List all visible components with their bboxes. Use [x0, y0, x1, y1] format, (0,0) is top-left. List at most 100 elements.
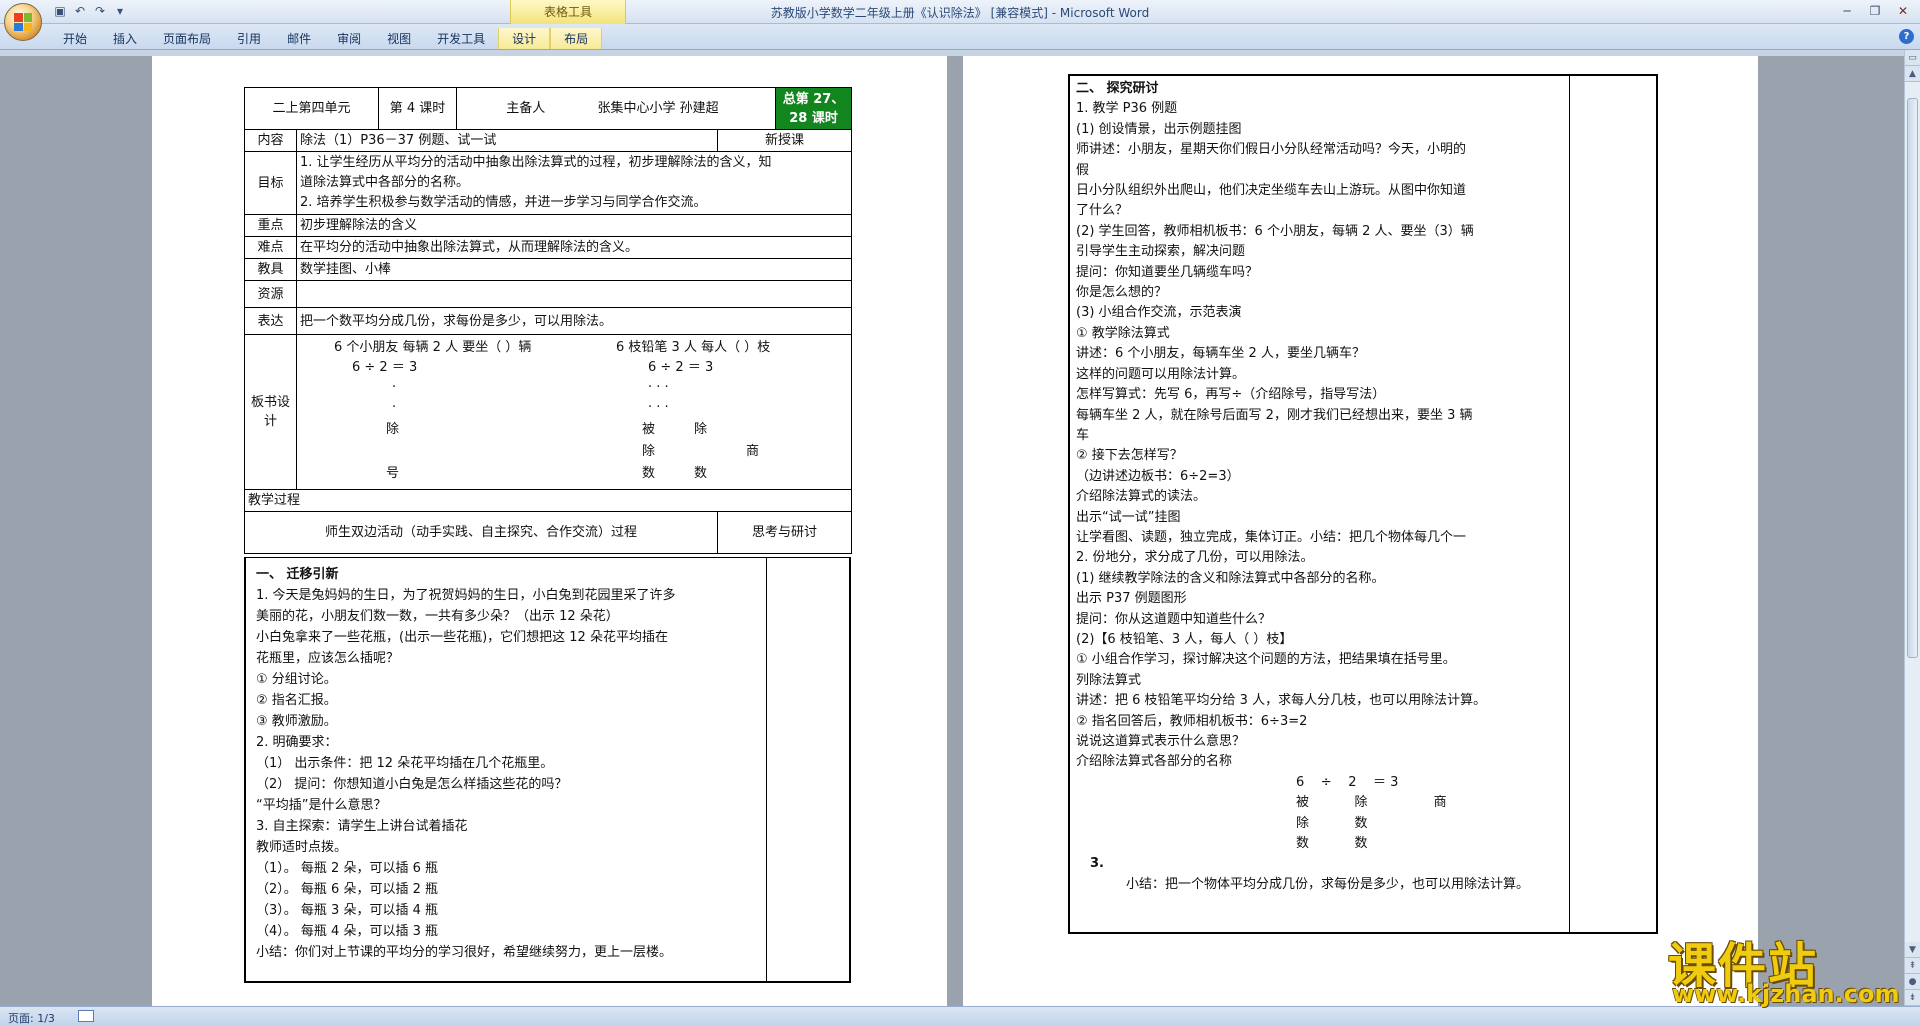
difficulty-cell[interactable]: 在平均分的活动中抽象出除法算式，从而理解除法的含义。 — [295, 236, 853, 259]
tab-mailings[interactable]: 邮件 — [274, 28, 324, 49]
equation-names-3: 数 数 — [1296, 836, 1368, 852]
process-line: 列除法算式 — [1076, 672, 1142, 688]
board-right-dots-1: · · · — [648, 380, 669, 395]
process-side-cell-2[interactable] — [1571, 76, 1656, 932]
process-side-cell[interactable] — [768, 558, 849, 981]
process-line: 提问：你从这道题中知道些什么？ — [1076, 611, 1272, 627]
process-line: 2. 份地分，求分成了几份，可以用除法。 — [1076, 550, 1314, 566]
board-left-name-1: 除 — [386, 422, 400, 437]
board-right-title: 6 枝铅笔 3 人 每人（ ）枝 — [616, 340, 771, 355]
process-line: （4）。 每瓶 4 朵，可以插 3 瓶 — [256, 924, 438, 939]
next-page-icon[interactable]: ⇟ — [1905, 990, 1920, 1006]
board-right-name-6: 商 — [746, 444, 760, 459]
document-page-2[interactable]: 二、 探究研讨 1. 教学 P36 例题 (1) 创设情景，出示例题挂图 师讲述：… — [963, 56, 1758, 1006]
process-line: 介绍除法算式的读法。 — [1076, 489, 1207, 505]
scroll-thumb[interactable] — [1907, 98, 1918, 658]
process-line: ② 指名回答后，教师相机板书：6÷3=2 — [1076, 713, 1308, 729]
tab-developer[interactable]: 开发工具 — [424, 28, 498, 49]
content-label[interactable]: 内容 — [244, 129, 297, 152]
content-cell[interactable]: 除法（1）P36－37 例题、试一试 — [295, 129, 719, 152]
unit-cell[interactable]: 二上第四单元 — [243, 87, 380, 130]
process-line: （边讲述边板书：6÷2=3） — [1076, 468, 1240, 484]
process-line: 出示“试一试”挂图 — [1076, 509, 1181, 525]
ribbon-tabs: 开始 插入 页面布局 引用 邮件 审阅 视图 开发工具 设计 布局 — [50, 28, 603, 49]
process-col-side[interactable]: 思考与研讨 — [717, 511, 853, 554]
document-page-1[interactable]: 二上第四单元 第 4 课时 主备人 张集中心小学 孙建超 总第 27、28 课时… — [152, 56, 947, 1006]
process-line: 2. 明确要求： — [256, 735, 338, 750]
document-workspace: 二上第四单元 第 4 课时 主备人 张集中心小学 孙建超 总第 27、28 课时… — [0, 50, 1904, 1006]
watermark-url: www.kjzhan.com — [1672, 980, 1900, 1008]
help-icon[interactable]: ? — [1899, 29, 1914, 44]
goals-cell[interactable]: 1. 让学生经历从平均分的活动中抽象出除法算式的过程，初步理解除法的含义，知 道… — [295, 151, 853, 215]
process-line: 小结：你们对上节课的平均分的学习很好，希望继续努力，更上一层楼。 — [256, 945, 673, 960]
tab-page-layout[interactable]: 页面布局 — [150, 28, 224, 49]
key-point-cell[interactable]: 初步理解除法的含义 — [295, 214, 853, 237]
key-point-label[interactable]: 重点 — [244, 214, 297, 237]
vertical-scrollbar[interactable]: ▭ ▲ ▼ ⇞ ● ⇟ — [1904, 50, 1920, 1006]
tab-view[interactable]: 视图 — [374, 28, 424, 49]
lesson-plan-table: 二上第四单元 第 4 课时 主备人 张集中心小学 孙建超 总第 27、28 课时… — [243, 87, 853, 554]
tab-references[interactable]: 引用 — [224, 28, 274, 49]
restore-icon[interactable]: ❐ — [1862, 2, 1888, 20]
preparer-cell[interactable]: 张集中心小学 孙建超 — [594, 87, 777, 130]
process-line: 1. 今天是兔妈妈的生日，为了祝贺妈妈的生日，小白兔到花园里采了许多 — [256, 588, 676, 603]
process-line: 小白兔拿来了一些花瓶，(出示一些花瓶)，它们想把这 12 朵花平均插在 — [256, 630, 668, 645]
process-line: 日小分队组织外出爬山，他们决定坐缆车去山上游玩。从图中你知道 — [1076, 183, 1467, 199]
process-line: 怎样写算式：先写 6，再写÷（介绍除号，指导写法） — [1076, 387, 1386, 403]
board-left-dot-1: · — [392, 380, 397, 395]
board-design-cell[interactable]: 6 个小朋友 每辆 2 人 要坐（ ）辆 6 ÷ 2 ＝ 3 · · 除 号 6… — [295, 334, 853, 490]
tab-layout[interactable]: 布局 — [550, 28, 603, 49]
preparer-label[interactable]: 主备人 — [456, 87, 595, 130]
process-line: ① 教学除法算式 — [1076, 325, 1170, 341]
close-icon[interactable]: ✕ — [1890, 2, 1916, 20]
expression-label[interactable]: 表达 — [244, 307, 297, 335]
lesson-cell[interactable]: 第 4 课时 — [378, 87, 458, 130]
office-button[interactable] — [4, 3, 42, 41]
total-lesson-cell[interactable]: 总第 27、28 课时 — [775, 87, 853, 130]
process-line: ② 指名汇报。 — [256, 693, 337, 708]
tab-review[interactable]: 审阅 — [324, 28, 374, 49]
step-3-label: 3. — [1090, 856, 1104, 872]
previous-page-icon[interactable]: ⇞ — [1905, 958, 1920, 974]
process-line: “平均插”是什么意思？ — [256, 798, 387, 813]
board-left-name-2: 号 — [386, 466, 400, 481]
process-continuation-table: 二、 探究研讨 1. 教学 P36 例题 (1) 创设情景，出示例题挂图 师讲述：… — [1068, 74, 1658, 934]
board-right-dots-2: · · · — [648, 400, 669, 415]
process-label[interactable]: 教学过程 — [243, 489, 853, 512]
tab-home[interactable]: 开始 — [50, 28, 100, 49]
browse-object-icon[interactable]: ● — [1905, 974, 1920, 990]
resources-label[interactable]: 资源 — [244, 280, 297, 308]
process-line: （2） 提问：你想知道小白兔是怎么样插这些花的吗？ — [256, 777, 568, 792]
board-right-name-5: 数 — [694, 466, 708, 481]
process-line: 这样的问题可以用除法计算。 — [1076, 366, 1246, 382]
expression-cell[interactable]: 把一个数平均分成几份，求每份是多少，可以用除法。 — [295, 307, 853, 335]
ribbon: 开始 插入 页面布局 引用 邮件 审阅 视图 开发工具 设计 布局 ? — [0, 24, 1920, 50]
resources-cell[interactable] — [295, 280, 853, 308]
tab-design[interactable]: 设计 — [498, 28, 551, 49]
summary-line: 小结：把一个物体平均分成几份，求每份是多少，也可以用除法计算。 — [1126, 876, 1530, 892]
board-right-name-1: 被 — [642, 422, 656, 437]
process-main-cell-2[interactable]: 二、 探究研讨 1. 教学 P36 例题 (1) 创设情景，出示例题挂图 师讲述：… — [1070, 76, 1570, 932]
difficulty-label[interactable]: 难点 — [244, 236, 297, 259]
tools-cell[interactable]: 数学挂图、小棒 — [295, 258, 853, 281]
board-left-title: 6 个小朋友 每辆 2 人 要坐（ ）辆 — [334, 340, 532, 355]
process-line: （2）。 每瓶 6 朵，可以插 2 瓶 — [256, 882, 438, 897]
goals-label[interactable]: 目标 — [244, 151, 297, 215]
process-line: ① 分组讨论。 — [256, 672, 337, 687]
board-label[interactable]: 板书设计 — [244, 334, 297, 490]
process-main-cell[interactable]: 一、 迁移引新 1. 今天是兔妈妈的生日，为了祝贺妈妈的生日，小白兔到花园里采了… — [246, 558, 767, 981]
scroll-up-icon[interactable]: ▲ — [1905, 66, 1920, 82]
tab-insert[interactable]: 插入 — [100, 28, 150, 49]
proofing-icon[interactable] — [78, 1010, 94, 1022]
tools-label[interactable]: 教具 — [244, 258, 297, 281]
process-line: (2) 学生回答，教师相机板书：6 个小朋友，每辆 2 人、要坐（3）辆 — [1076, 223, 1474, 239]
scroll-down-icon[interactable]: ▼ — [1905, 942, 1920, 958]
goal-line-2: 道除法算式中各部分的名称。 — [300, 175, 470, 190]
ruler-toggle-icon[interactable]: ▭ — [1905, 50, 1920, 66]
board-design: 6 个小朋友 每辆 2 人 要坐（ ）辆 6 ÷ 2 ＝ 3 · · 除 号 6… — [300, 336, 848, 488]
minimize-icon[interactable]: ─ — [1834, 2, 1860, 20]
process-body: 一、 迁移引新 1. 今天是兔妈妈的生日，为了祝贺妈妈的生日，小白兔到花园里采了… — [244, 557, 851, 983]
lesson-type-cell[interactable]: 新授课 — [717, 129, 853, 152]
page-indicator[interactable]: 页面: 1/3 — [8, 1010, 55, 1025]
process-col-main[interactable]: 师生双边活动（动手实践、自主探究、合作交流）过程 — [243, 511, 719, 554]
